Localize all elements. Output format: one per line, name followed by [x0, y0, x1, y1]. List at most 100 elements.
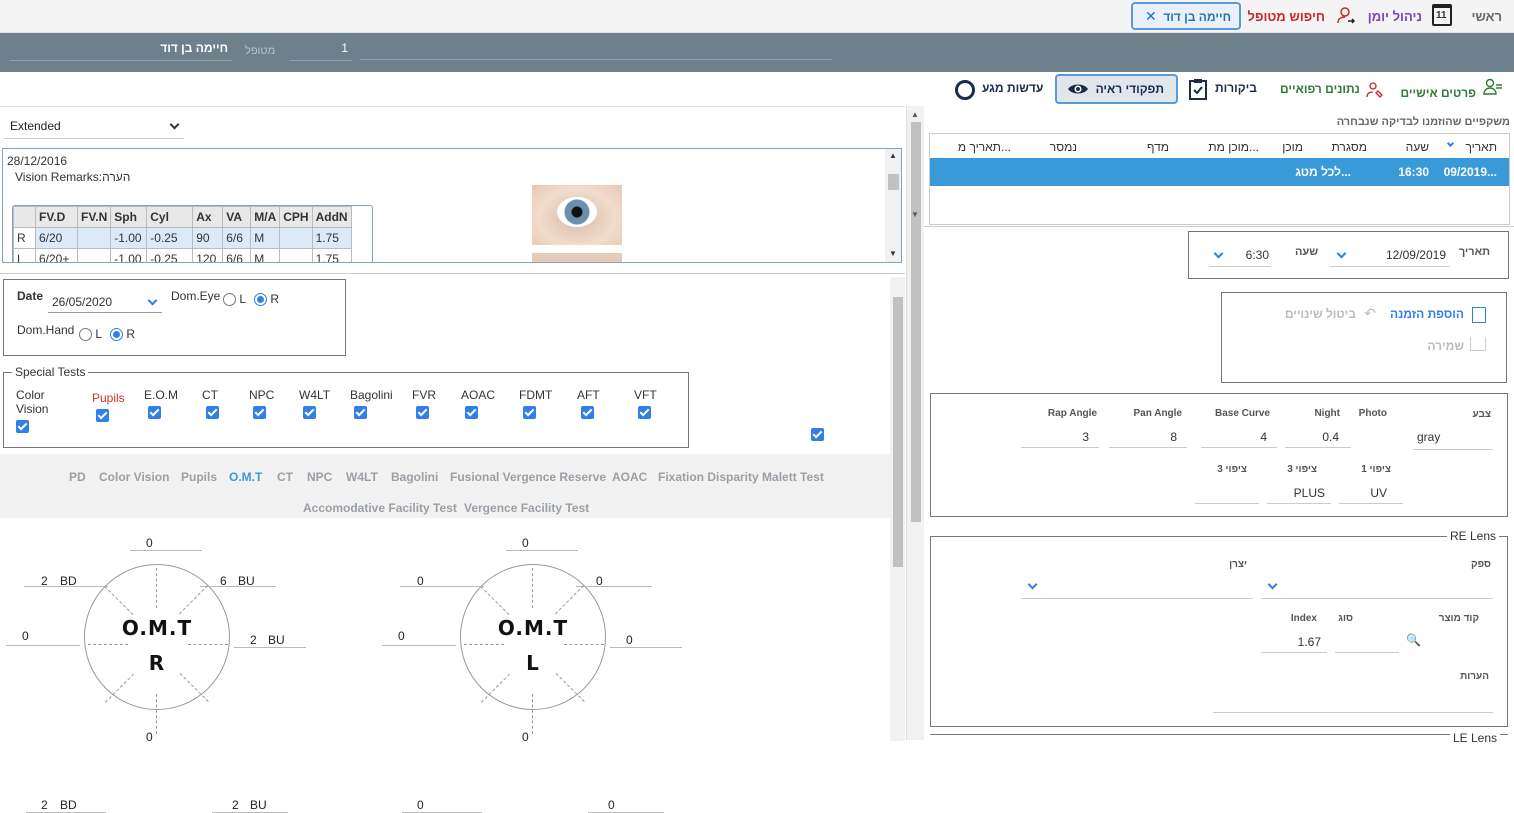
- maker-select[interactable]: [1021, 575, 1253, 599]
- glasses-row[interactable]: 09/2019... 16:30 לכל מטג...: [930, 158, 1509, 186]
- special-test-item[interactable]: FVR: [412, 388, 436, 422]
- nav-search-patient[interactable]: חיפוש מטופל: [1248, 9, 1325, 24]
- dom-eye-r[interactable]: R: [254, 292, 279, 307]
- coating1-input[interactable]: UV: [1339, 480, 1403, 504]
- special-test-item[interactable]: Pupils: [92, 391, 125, 425]
- medical-icon[interactable]: [1366, 81, 1384, 99]
- history-scroll-thumb[interactable]: [888, 174, 899, 190]
- special-test-checkbox[interactable]: [96, 409, 109, 422]
- special-test-checkbox[interactable]: [581, 406, 594, 419]
- patient-number-field[interactable]: 1: [290, 41, 352, 61]
- color-input[interactable]: gray: [1413, 426, 1493, 450]
- base-curve-input[interactable]: 4: [1201, 424, 1277, 448]
- test-tab[interactable]: CT: [277, 470, 293, 484]
- special-test-checkbox[interactable]: [253, 406, 266, 419]
- special-test-checkbox[interactable]: [206, 406, 219, 419]
- notes-input[interactable]: [1213, 689, 1493, 713]
- glasses-header-cell[interactable]: תאריך מ...: [958, 140, 1011, 154]
- chevron-down-icon[interactable]: [1027, 579, 1038, 590]
- index-input[interactable]: 1.67: [1261, 629, 1327, 653]
- omt-r-tr-val[interactable]: 6: [220, 574, 227, 588]
- omt-r-bl-val[interactable]: 2: [41, 798, 48, 812]
- test-tab[interactable]: NPC: [307, 470, 332, 484]
- personal-details-icon[interactable]: [1483, 77, 1503, 97]
- test-tab[interactable]: Accomodative Facility Test: [303, 501, 457, 515]
- scroll-down-icon[interactable]: ▼: [911, 210, 919, 219]
- user-search-icon[interactable]: [1336, 6, 1356, 26]
- chevron-down-icon[interactable]: [147, 295, 158, 306]
- sort-icon[interactable]: [1446, 139, 1455, 148]
- left-scroll-thumb[interactable]: [893, 297, 903, 567]
- special-test-item[interactable]: E.O.M: [144, 388, 178, 422]
- glasses-header-cell[interactable]: מדף: [1147, 140, 1169, 154]
- special-test-checkbox[interactable]: [465, 406, 478, 419]
- nav-calendar[interactable]: ניהול יומן: [1368, 9, 1422, 24]
- test-tab[interactable]: PD: [69, 470, 86, 484]
- special-test-checkbox[interactable]: [354, 406, 367, 419]
- dom-hand-r[interactable]: R: [110, 327, 135, 342]
- undo-icon[interactable]: ↶: [1364, 305, 1376, 322]
- order-time-input[interactable]: 6:30: [1209, 245, 1271, 267]
- test-tab[interactable]: Fixation Disparity Malett Test: [658, 470, 824, 484]
- splitter-scrollbar[interactable]: ▲ ▼: [906, 106, 924, 740]
- special-test-item[interactable]: FDMT: [519, 388, 552, 422]
- tab-visits[interactable]: ביקורות: [1215, 81, 1257, 95]
- special-test-item[interactable]: VFT: [634, 388, 657, 422]
- special-test-checkbox[interactable]: [148, 406, 161, 419]
- tab-medical[interactable]: נתונים רפואיים: [1280, 82, 1360, 96]
- glasses-header-cell[interactable]: מסגרת: [1331, 140, 1367, 154]
- night-input[interactable]: 0.4: [1285, 424, 1351, 448]
- search-icon[interactable]: 🔍: [1406, 633, 1421, 647]
- omt-r-right-val[interactable]: 2: [250, 633, 257, 647]
- photo-checkbox[interactable]: [811, 428, 824, 441]
- special-test-item[interactable]: AFT: [577, 388, 600, 422]
- special-test-checkbox[interactable]: [638, 406, 651, 419]
- pan-angle-input[interactable]: 8: [1109, 424, 1187, 448]
- special-test-checkbox[interactable]: [416, 406, 429, 419]
- omt-r-left[interactable]: 0: [22, 629, 29, 643]
- omt-r-bottom[interactable]: 0: [146, 730, 153, 744]
- glasses-header-cell[interactable]: מוכן מת...: [1208, 140, 1259, 154]
- calendar-icon[interactable]: 11: [1432, 4, 1452, 26]
- clipboard-icon[interactable]: [1188, 78, 1208, 100]
- special-test-item[interactable]: NPC: [249, 388, 274, 422]
- test-tab[interactable]: W4LT: [346, 470, 378, 484]
- chevron-down-icon[interactable]: [1267, 579, 1278, 590]
- omt-l-right[interactable]: 0: [626, 633, 633, 647]
- test-tab[interactable]: Bagolini: [391, 470, 438, 484]
- omt-r-br-val[interactable]: 2: [232, 798, 239, 812]
- glasses-header-cell[interactable]: תאריך: [1465, 140, 1497, 154]
- splitter-thumb[interactable]: [911, 122, 921, 522]
- special-test-item[interactable]: Color Vision: [16, 388, 56, 436]
- special-test-item[interactable]: CT: [202, 388, 219, 422]
- download-icon[interactable]: [1470, 337, 1486, 351]
- radio-r[interactable]: [110, 328, 123, 342]
- special-test-item[interactable]: W4LT: [299, 388, 330, 422]
- omt-l-br[interactable]: 0: [608, 798, 615, 812]
- coating3b-input[interactable]: [1195, 480, 1259, 504]
- supplier-select[interactable]: [1261, 575, 1493, 599]
- view-mode-select[interactable]: Extended: [4, 115, 184, 139]
- scroll-up-icon[interactable]: ▲: [889, 151, 897, 160]
- add-document-icon[interactable]: [1472, 307, 1486, 323]
- test-tab[interactable]: Pupils: [181, 470, 217, 484]
- special-test-item[interactable]: AOAC: [461, 388, 495, 422]
- coating3-input[interactable]: PLUS: [1267, 480, 1331, 504]
- close-icon[interactable]: ✕: [1145, 8, 1157, 25]
- patient-name-field[interactable]: חיימה בן דוד: [10, 41, 232, 61]
- test-tab[interactable]: Fusional Vergence Reserve: [450, 470, 606, 484]
- omt-l-tr[interactable]: 0: [596, 574, 603, 588]
- omt-r-tl-val[interactable]: 2: [41, 574, 48, 588]
- left-scrollbar[interactable]: [890, 277, 905, 741]
- special-test-checkbox[interactable]: [16, 420, 29, 433]
- add-order-button[interactable]: הוספת הזמנה: [1390, 307, 1464, 321]
- tab-vision[interactable]: תפקודי ראיה: [1055, 74, 1178, 104]
- omt-l-bl[interactable]: 0: [417, 798, 424, 812]
- radio-r[interactable]: [254, 293, 267, 307]
- glasses-header-cell[interactable]: שעה: [1406, 140, 1429, 154]
- special-test-checkbox[interactable]: [523, 406, 536, 419]
- history-scrollbar[interactable]: ▲ ▼: [885, 149, 901, 262]
- order-date-input[interactable]: 12/09/2019: [1330, 245, 1450, 267]
- scroll-up-icon[interactable]: ▲: [911, 110, 919, 119]
- patient-tab[interactable]: חיימה בן דוד ✕: [1131, 2, 1241, 30]
